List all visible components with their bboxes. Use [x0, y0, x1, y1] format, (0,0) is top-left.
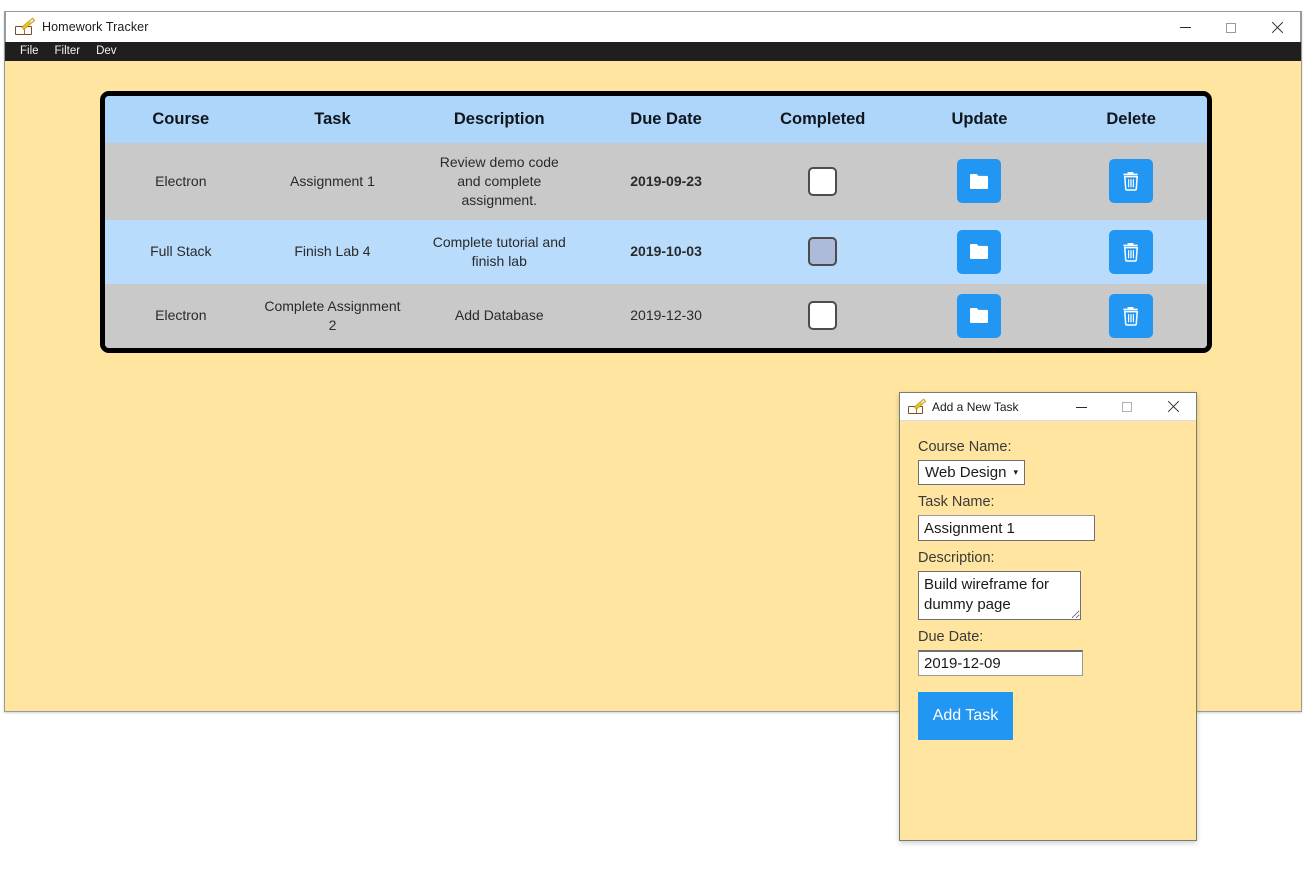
description-label: Description:: [918, 550, 995, 566]
close-button[interactable]: [1254, 12, 1300, 43]
task-name-label: Task Name:: [918, 494, 995, 510]
header-update: Update: [903, 96, 1056, 143]
update-button[interactable]: [957, 159, 1002, 204]
cell-due-date: 2019-10-03: [590, 219, 742, 284]
trash-icon: [1123, 172, 1139, 192]
cell-description: Review demo code and complete assignment…: [408, 143, 591, 220]
maximize-icon: [1122, 402, 1132, 412]
trash-icon: [1123, 242, 1139, 262]
cell-update: [903, 143, 1056, 220]
close-icon: [1167, 401, 1179, 413]
delete-button[interactable]: [1109, 159, 1154, 204]
cell-delete: [1055, 219, 1207, 284]
header-row: Course Task Description Due Date Complet…: [105, 96, 1207, 143]
cell-course: Electron: [105, 283, 257, 348]
app-title: Homework Tracker: [42, 20, 149, 34]
add-task-dialog: Add a New Task Course Name: Web Design ▾…: [899, 392, 1197, 841]
cell-update: [903, 283, 1056, 348]
header-task: Task: [256, 96, 409, 143]
cell-task: Assignment 1: [256, 143, 409, 220]
dialog-body: Course Name: Web Design ▾ Task Name: Des…: [900, 421, 1196, 740]
dialog-titlebar: Add a New Task: [900, 393, 1196, 421]
minimize-button[interactable]: [1162, 12, 1208, 43]
completed-checkbox[interactable]: [808, 237, 838, 267]
maximize-button[interactable]: [1208, 12, 1254, 43]
table-row: Electron Complete Assignment 2 Add Datab…: [105, 283, 1207, 348]
description-textarea[interactable]: Build wireframe for dummy page: [918, 571, 1081, 620]
app-notebook-pencil-icon: [15, 17, 36, 36]
tasks-table-header: Course Task Description Due Date Complet…: [105, 96, 1207, 143]
course-name-selected-value: Web Design: [925, 464, 1007, 481]
dialog-minimize-button[interactable]: [1058, 393, 1104, 421]
tasks-table-container: Course Task Description Due Date Complet…: [100, 91, 1212, 353]
folder-icon: [970, 308, 989, 324]
cell-due-date: 2019-12-30: [590, 283, 742, 348]
cell-course: Full Stack: [105, 219, 257, 284]
trash-icon: [1123, 306, 1139, 326]
folder-icon: [970, 244, 989, 260]
folder-icon: [970, 173, 989, 189]
course-name-select[interactable]: Web Design ▾: [918, 460, 1025, 485]
header-description: Description: [408, 96, 591, 143]
minimize-icon: [1075, 406, 1087, 408]
cell-delete: [1055, 143, 1207, 220]
menu-item-dev[interactable]: Dev: [88, 42, 124, 61]
add-task-button[interactable]: Add Task: [918, 692, 1013, 740]
cell-completed: [741, 143, 904, 220]
completed-checkbox[interactable]: [808, 166, 838, 196]
cell-delete: [1055, 283, 1207, 348]
header-completed: Completed: [741, 96, 904, 143]
main-titlebar: Homework Tracker: [5, 11, 1301, 42]
update-button[interactable]: [957, 293, 1002, 338]
cell-course: Electron: [105, 143, 257, 220]
table-row: Full Stack Finish Lab 4 Complete tutoria…: [105, 219, 1207, 284]
menu-item-file[interactable]: File: [12, 42, 47, 61]
minimize-icon: [1179, 27, 1191, 28]
cell-update: [903, 219, 1056, 284]
cell-description: Add Database: [408, 283, 591, 348]
due-date-input[interactable]: [918, 650, 1083, 676]
course-name-label: Course Name:: [918, 439, 1012, 455]
dialog-notebook-pencil-icon: [908, 397, 927, 415]
cell-task: Finish Lab 4: [256, 219, 409, 284]
tasks-table: Course Task Description Due Date Complet…: [105, 96, 1207, 348]
dialog-window-controls: [1058, 393, 1196, 421]
task-name-input[interactable]: [918, 515, 1095, 541]
update-button[interactable]: [957, 229, 1002, 274]
table-row: Electron Assignment 1 Review demo code a…: [105, 143, 1207, 220]
delete-button[interactable]: [1109, 229, 1154, 274]
completed-checkbox[interactable]: [808, 301, 838, 331]
close-icon: [1271, 22, 1283, 34]
window-controls: [1162, 12, 1300, 43]
cell-completed: [741, 283, 904, 348]
maximize-icon: [1226, 22, 1236, 33]
cell-description: Complete tutorial and finish lab: [408, 219, 591, 284]
delete-button[interactable]: [1109, 293, 1154, 338]
cell-due-date: 2019-09-23: [590, 143, 742, 220]
dialog-maximize-button[interactable]: [1104, 393, 1150, 421]
menu-item-filter[interactable]: Filter: [47, 42, 89, 61]
header-delete: Delete: [1055, 96, 1207, 143]
header-due-date: Due Date: [590, 96, 742, 143]
cell-task: Complete Assignment 2: [256, 283, 409, 348]
tasks-table-body: Electron Assignment 1 Review demo code a…: [105, 143, 1207, 348]
cell-completed: [741, 219, 904, 284]
chevron-down-icon: ▾: [1013, 467, 1018, 477]
dialog-title: Add a New Task: [932, 399, 1019, 414]
dialog-close-button[interactable]: [1150, 393, 1196, 421]
header-course: Course: [105, 96, 257, 143]
due-date-label: Due Date:: [918, 629, 984, 645]
menubar: File Filter Dev: [5, 42, 1301, 61]
